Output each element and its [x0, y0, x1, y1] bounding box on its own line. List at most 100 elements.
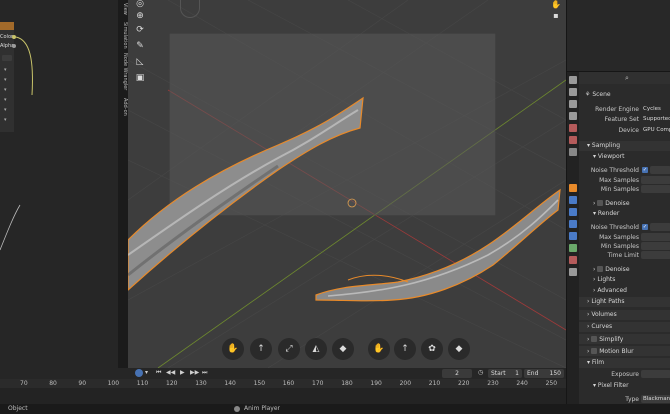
render-subsection[interactable]: ▾ Render: [593, 210, 619, 217]
render-noise-threshold-checkbox[interactable]: ✓: [642, 224, 648, 230]
tool-tab-icon[interactable]: [569, 76, 577, 84]
viewport-max-samples-row[interactable]: Max Samples: [579, 176, 670, 185]
arrow-up-icon[interactable]: ↑: [250, 338, 272, 360]
tab-view[interactable]: View: [118, 0, 128, 18]
annotate-icon[interactable]: ✎: [133, 40, 147, 53]
particles-tab-icon[interactable]: [569, 208, 577, 216]
device-row[interactable]: Device GPU Compute: [579, 126, 670, 135]
hand-icon[interactable]: ✋: [368, 338, 390, 360]
film-section[interactable]: ▾ Film: [587, 359, 604, 366]
camera-icon[interactable]: ▪: [551, 11, 561, 21]
tab-simulation[interactable]: Simulation: [118, 20, 128, 50]
end-frame-field[interactable]: End 150: [524, 369, 564, 378]
simplify-section[interactable]: › Simplify: [587, 335, 623, 343]
view-layer-tab-icon[interactable]: [569, 112, 577, 120]
3d-viewport[interactable]: ✋ ↑ ⤢ ◭ ◆ ✋ ↑ ✿ ◆: [128, 0, 566, 368]
search-icon[interactable]: ⌕: [625, 74, 629, 83]
material-tab-icon[interactable]: [569, 256, 577, 264]
motion-blur-section[interactable]: › Motion Blur: [587, 347, 634, 355]
constraints-tab-icon[interactable]: [569, 232, 577, 240]
brush-icon[interactable]: ✿: [421, 338, 443, 360]
move-icon[interactable]: ⊕: [133, 10, 147, 23]
render-max-samples-field[interactable]: [641, 233, 670, 241]
render-noise-threshold-row[interactable]: Noise Threshold ✓: [579, 223, 670, 232]
chevron-down-icon[interactable]: ▾: [145, 369, 148, 378]
viewport-min-samples-row[interactable]: Min Samples: [579, 185, 670, 194]
timeline-header[interactable]: ▾ ⏮ ◀◀ ▶ ▶▶ ⏭ 2 ◷ Start 1 End 150: [0, 368, 566, 379]
feature-set-row[interactable]: Feature Set Supported: [579, 115, 670, 124]
feature-set-select[interactable]: Supported: [641, 115, 670, 123]
lights-section[interactable]: › Lights: [593, 276, 615, 283]
render-min-samples-field[interactable]: [641, 242, 670, 250]
render-engine-select[interactable]: Cycles: [641, 105, 670, 113]
min-samples-field[interactable]: [641, 185, 670, 193]
noise-threshold-field[interactable]: [650, 166, 670, 174]
scene-tab-icon[interactable]: [569, 124, 577, 132]
render-denoise-checkbox[interactable]: [597, 266, 604, 272]
pin-icon[interactable]: ◆: [448, 338, 470, 360]
sidebar-tabs[interactable]: View Simulation Node Wrangler Add-on: [118, 0, 128, 368]
motion-blur-checkbox[interactable]: [591, 348, 598, 354]
timeline[interactable]: ▾ ⏮ ◀◀ ▶ ▶▶ ⏭ 2 ◷ Start 1 End 150 70 80 90…: [0, 368, 566, 404]
data-tab-icon[interactable]: [569, 244, 577, 252]
advanced-section[interactable]: › Advanced: [593, 287, 627, 294]
output-tab-icon[interactable]: [569, 100, 577, 108]
current-frame-field[interactable]: 2: [442, 369, 472, 378]
viewport-noise-threshold-row[interactable]: Noise Threshold ✓: [579, 166, 670, 175]
collection-tab-icon[interactable]: [569, 148, 577, 156]
start-frame-field[interactable]: Start 1: [488, 369, 522, 378]
device-select[interactable]: GPU Compute: [641, 126, 670, 134]
jump-end-icon[interactable]: ⏭: [202, 369, 207, 378]
timeline-ruler[interactable]: 70 80 90 100 110 120 130 140 150 160 170 180 190 200 2…: [0, 379, 566, 388]
time-limit-row[interactable]: Time Limit: [579, 251, 670, 260]
denoise-checkbox[interactable]: [597, 200, 604, 206]
time-limit-field[interactable]: [641, 251, 670, 259]
physics-tab-icon[interactable]: [569, 220, 577, 228]
texture-tab-icon[interactable]: [569, 268, 577, 276]
max-samples-field[interactable]: [641, 176, 670, 184]
measure-icon[interactable]: ◺: [133, 56, 147, 69]
pin-icon[interactable]: ◆: [332, 338, 354, 360]
viewport-denoise-section[interactable]: › Denoise: [593, 199, 630, 207]
play-icon[interactable]: ▶: [180, 369, 185, 378]
noise-threshold-checkbox[interactable]: ✓: [642, 167, 648, 173]
viewport-subsection[interactable]: ▾ Viewport: [593, 153, 624, 160]
next-keyframe-icon[interactable]: ▶▶: [190, 369, 199, 378]
volumes-section[interactable]: › Volumes: [587, 311, 617, 318]
light-paths-section[interactable]: › Light Paths: [587, 298, 625, 305]
pixel-filter-section[interactable]: ▾ Pixel Filter: [593, 382, 629, 389]
filter-type-select[interactable]: Blackman-Harris: [641, 395, 670, 403]
render-engine-row[interactable]: Render Engine Cycles: [579, 105, 670, 114]
node-editor[interactable]: Color Alpha ▾ ▾ ▾ ▾ ▾ ▾: [0, 0, 120, 368]
jump-start-icon[interactable]: ⏮: [156, 369, 161, 378]
render-denoise-section[interactable]: › Denoise: [593, 265, 630, 273]
modifier-tab-icon[interactable]: [569, 196, 577, 204]
add-cube-icon[interactable]: ▣: [133, 72, 147, 85]
sampling-section[interactable]: ▾ Sampling: [587, 142, 620, 149]
hand-icon[interactable]: ✋: [551, 0, 561, 10]
outliner[interactable]: [567, 0, 670, 72]
properties-search-bar[interactable]: ⌕: [579, 72, 670, 84]
rotate-icon[interactable]: ⟳: [133, 24, 147, 37]
viewport-toolbar[interactable]: ◎ ⊕ ⟳ ✎ ◺ ▣: [130, 0, 150, 90]
hand-icon[interactable]: ✋: [222, 338, 244, 360]
render-min-samples-row[interactable]: Min Samples: [579, 242, 670, 251]
prev-keyframe-icon[interactable]: ◀◀: [166, 369, 175, 378]
record-icon[interactable]: [135, 369, 143, 377]
timeline-track[interactable]: [0, 388, 566, 404]
object-tab-icon[interactable]: [569, 184, 577, 192]
tab-addon[interactable]: Add-on: [118, 94, 128, 120]
render-tab-icon[interactable]: [569, 88, 577, 96]
tab-node-wrangler[interactable]: Node Wrangler: [118, 52, 128, 92]
properties-tabs[interactable]: [567, 72, 579, 404]
world-tab-icon[interactable]: [569, 136, 577, 144]
arrow-up-icon[interactable]: ↑: [394, 338, 416, 360]
scale-icon[interactable]: ⤢: [278, 338, 300, 360]
exposure-row[interactable]: Exposure: [579, 370, 670, 379]
curves-section[interactable]: › Curves: [587, 323, 612, 330]
exposure-field[interactable]: [641, 370, 670, 378]
camera-toggle-icon[interactable]: ◭: [305, 338, 327, 360]
properties-editor[interactable]: ⌕ ⚘ Scene Render Engine Cycles Feature S…: [566, 0, 670, 404]
render-max-samples-row[interactable]: Max Samples: [579, 233, 670, 242]
render-noise-threshold-field[interactable]: [650, 223, 670, 231]
